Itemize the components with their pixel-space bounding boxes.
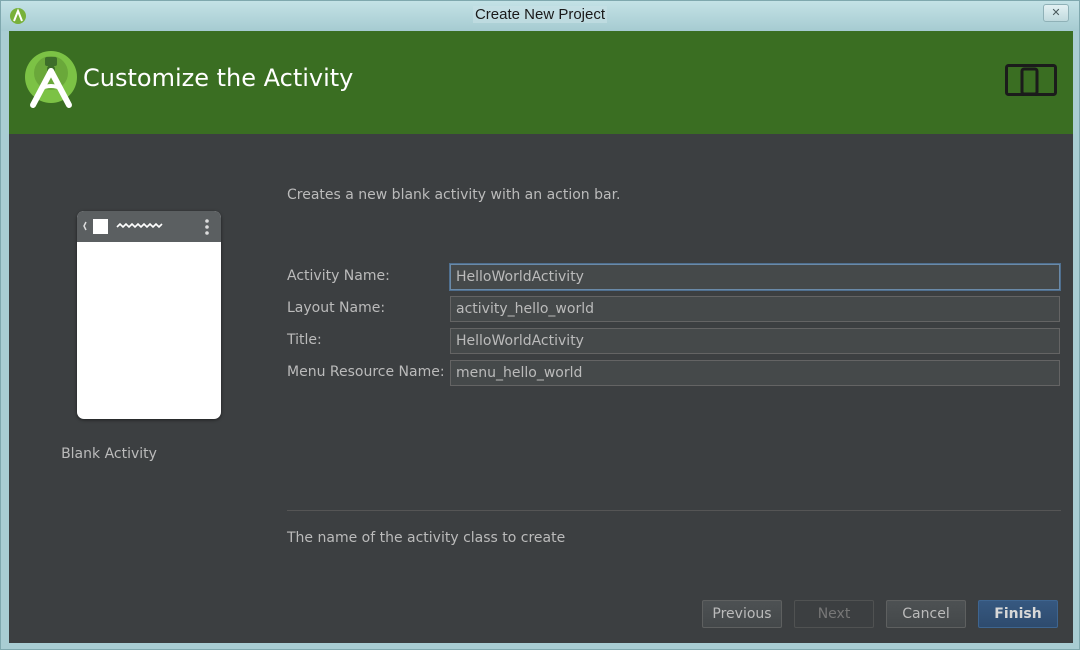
menu-resource-name-row: Menu Resource Name: — [287, 360, 1061, 386]
overflow-menu-dot — [205, 231, 209, 235]
title-label: Title: — [287, 332, 322, 348]
activity-preview — [77, 211, 221, 419]
create-project-dialog: Create New Project ✕ Customize the Activ… — [0, 0, 1080, 650]
android-studio-logo-icon — [25, 51, 77, 108]
preview-action-bar — [77, 211, 221, 242]
cancel-button[interactable]: Cancel — [886, 600, 966, 628]
back-caret-icon — [83, 221, 87, 231]
activity-name-row: Activity Name: — [287, 264, 1061, 290]
field-help-text: The name of the activity class to create — [287, 530, 566, 546]
title-row: Title: — [287, 328, 1061, 354]
title-bar[interactable]: Create New Project ✕ — [1, 1, 1079, 31]
window-title: Create New Project — [472, 6, 608, 23]
layout-name-input[interactable] — [450, 296, 1060, 322]
overflow-menu-dot — [205, 219, 209, 223]
title-input[interactable] — [450, 328, 1060, 354]
menu-resource-name-label: Menu Resource Name: — [287, 364, 445, 380]
overflow-menu-dot — [205, 225, 209, 229]
activity-name-input[interactable] — [450, 264, 1060, 290]
title-squiggle — [116, 222, 163, 229]
template-name: Blank Activity — [61, 446, 157, 462]
app-icon-placeholder — [93, 219, 108, 234]
layout-name-row: Layout Name: — [287, 296, 1061, 322]
preview-action-bar-icons — [83, 219, 209, 235]
previous-button[interactable]: Previous — [702, 600, 782, 628]
divider — [287, 510, 1061, 511]
layout-name-label: Layout Name: — [287, 300, 386, 316]
wizard-header: Customize the Activity — [9, 31, 1073, 134]
next-button[interactable]: Next — [794, 600, 874, 628]
finish-button[interactable]: Finish — [978, 600, 1058, 628]
close-button[interactable]: ✕ — [1043, 4, 1069, 22]
phone-tablet-icon — [1005, 64, 1057, 96]
activity-name-label: Activity Name: — [287, 268, 390, 284]
page-title: Customize the Activity — [83, 64, 354, 92]
template-description: Creates a new blank activity with an act… — [287, 187, 621, 203]
menu-resource-name-input[interactable] — [450, 360, 1060, 386]
wizard-content: Blank Activity Creates a new blank activ… — [9, 134, 1073, 643]
